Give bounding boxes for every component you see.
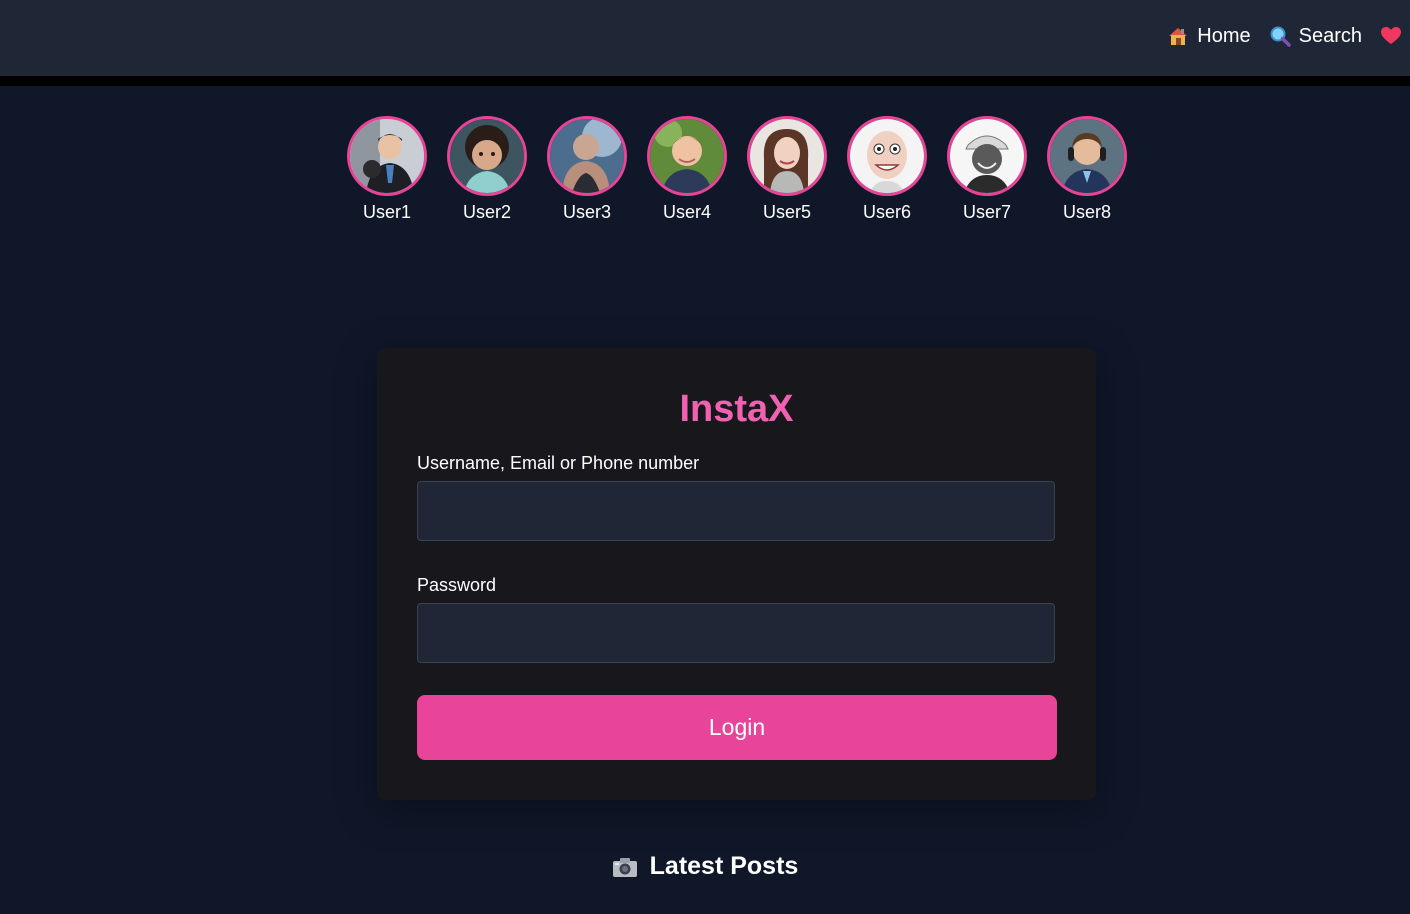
story-item[interactable]: User2 (447, 116, 527, 223)
story-username: User2 (462, 202, 511, 222)
story-username: User5 (762, 202, 811, 222)
story-item[interactable]: User5 (747, 116, 827, 223)
magnifier-icon (1269, 25, 1291, 47)
nav-likes-link[interactable] (1380, 25, 1410, 47)
story-item[interactable]: User3 (547, 116, 627, 223)
top-navbar: Home Search (0, 0, 1410, 76)
story-username: User3 (562, 202, 611, 222)
story-item[interactable]: User8 (1047, 116, 1127, 223)
nav-search-label: Search (1298, 24, 1362, 47)
user-avatar[interactable] (647, 116, 727, 196)
stories-bar: User1 User2 User3 User4 User5 User6 User… (347, 116, 1147, 223)
story-username: User8 (1062, 202, 1111, 222)
nav-search-link[interactable]: Search (1269, 25, 1362, 48)
camera-icon (612, 856, 638, 878)
heart-icon (1380, 25, 1402, 47)
password-input[interactable] (417, 603, 1055, 663)
nav-menu: Home Search (1167, 22, 1410, 50)
story-item[interactable]: User1 (347, 116, 427, 223)
brand-title: InstaX (679, 388, 794, 430)
story-username: User6 (862, 202, 911, 222)
login-button[interactable]: Login (417, 695, 1057, 760)
story-username: User4 (662, 202, 711, 222)
password-label: Password (417, 575, 497, 595)
story-item[interactable]: User7 (947, 116, 1027, 223)
user-avatar[interactable] (1047, 116, 1127, 196)
story-item[interactable]: User6 (847, 116, 927, 223)
user-avatar[interactable] (547, 116, 627, 196)
nav-home-link[interactable]: Home (1167, 24, 1251, 48)
user-avatar[interactable] (947, 116, 1027, 196)
navbar-divider (0, 76, 1410, 86)
nav-home-label: Home (1197, 24, 1251, 47)
latest-posts-title: Latest Posts (649, 852, 799, 880)
house-icon (1167, 25, 1189, 47)
latest-posts-heading: Latest Posts (0, 852, 1410, 881)
story-username: User1 (362, 202, 411, 222)
story-item[interactable]: User4 (647, 116, 727, 223)
user-avatar[interactable] (347, 116, 427, 196)
user-avatar[interactable] (747, 116, 827, 196)
story-username: User7 (962, 202, 1011, 222)
username-input[interactable] (417, 481, 1055, 541)
user-avatar[interactable] (447, 116, 527, 196)
user-avatar[interactable] (847, 116, 927, 196)
login-card: InstaX Username, Email or Phone number P… (377, 348, 1096, 800)
username-label: Username, Email or Phone number (417, 453, 700, 473)
